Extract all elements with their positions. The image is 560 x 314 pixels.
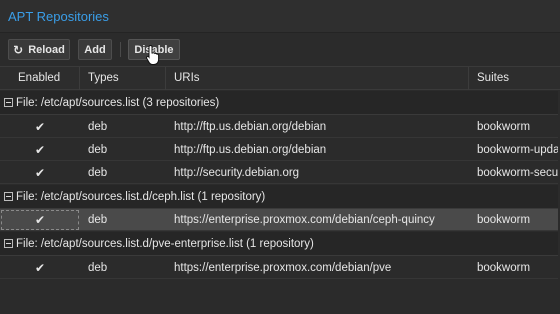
table-row[interactable]: ✔ deb http://ftp.us.debian.org/debian bo… xyxy=(0,139,560,161)
reload-button-label: Reload xyxy=(28,43,65,56)
cell-type: deb xyxy=(88,121,108,133)
collapse-minus-icon[interactable] xyxy=(4,239,13,248)
reload-button[interactable]: ↻ Reload xyxy=(8,39,70,60)
table-row-selected[interactable]: ✔ deb https://enterprise.proxmox.com/deb… xyxy=(0,209,560,231)
toolbar: ↻ Reload Add Disable xyxy=(0,33,560,66)
cell-type: deb xyxy=(88,214,108,226)
column-header-enabled[interactable]: Enabled xyxy=(0,67,80,90)
group-label: File: /etc/apt/sources.list.d/ceph.list … xyxy=(16,191,266,203)
checkmark-icon: ✔ xyxy=(34,143,46,157)
panel-title: APT Repositories xyxy=(8,9,109,24)
cell-uri: https://enterprise.proxmox.com/debian/ce… xyxy=(174,214,435,226)
group-label: File: /etc/apt/sources.list (3 repositor… xyxy=(16,97,220,109)
panel-header: APT Repositories xyxy=(0,0,560,33)
table-row[interactable]: ✔ deb https://enterprise.proxmox.com/deb… xyxy=(0,257,560,279)
cell-suite: bookworm-security xyxy=(477,167,560,179)
cell-uri: https://enterprise.proxmox.com/debian/pv… xyxy=(174,262,392,274)
cell-suite: bookworm-updates xyxy=(477,144,560,156)
cell-type: deb xyxy=(88,167,108,179)
column-header-uris[interactable]: URIs xyxy=(166,67,469,90)
cell-type: deb xyxy=(88,262,108,274)
disable-button[interactable]: Disable xyxy=(128,39,180,60)
refresh-icon: ↻ xyxy=(13,42,24,57)
table-row[interactable]: ✔ deb http://security.debian.org bookwor… xyxy=(0,162,560,184)
cell-uri: http://security.debian.org xyxy=(174,167,300,179)
checkmark-icon: ✔ xyxy=(34,261,46,275)
table-row[interactable]: ✔ deb http://ftp.us.debian.org/debian bo… xyxy=(0,116,560,138)
collapse-minus-icon[interactable] xyxy=(4,98,13,107)
group-label: File: /etc/apt/sources.list.d/pve-enterp… xyxy=(16,238,314,250)
toolbar-separator xyxy=(120,42,121,57)
cell-suite: bookworm xyxy=(477,121,531,133)
cell-uri: http://ftp.us.debian.org/debian xyxy=(174,121,327,133)
cell-type: deb xyxy=(88,144,108,156)
collapse-minus-icon[interactable] xyxy=(4,192,13,201)
cell-suite: bookworm xyxy=(477,214,531,226)
column-header-types[interactable]: Types xyxy=(80,67,166,90)
add-button[interactable]: Add xyxy=(78,39,112,60)
checkmark-icon: ✔ xyxy=(34,120,46,134)
checkmark-icon: ✔ xyxy=(34,166,46,180)
group-header-sources-list[interactable]: File: /etc/apt/sources.list (3 repositor… xyxy=(0,91,560,115)
cell-suite: bookworm xyxy=(477,262,531,274)
column-header-suites[interactable]: Suites xyxy=(469,67,560,90)
add-button-label: Add xyxy=(84,43,106,56)
checkmark-icon: ✔ xyxy=(0,209,80,231)
group-header-pve-enterprise-list[interactable]: File: /etc/apt/sources.list.d/pve-enterp… xyxy=(0,232,560,256)
cell-uri: http://ftp.us.debian.org/debian xyxy=(174,144,327,156)
grid-header: Enabled Types URIs Suites xyxy=(0,66,560,90)
group-header-ceph-list[interactable]: File: /etc/apt/sources.list.d/ceph.list … xyxy=(0,185,560,209)
disable-button-label: Disable xyxy=(134,43,174,56)
